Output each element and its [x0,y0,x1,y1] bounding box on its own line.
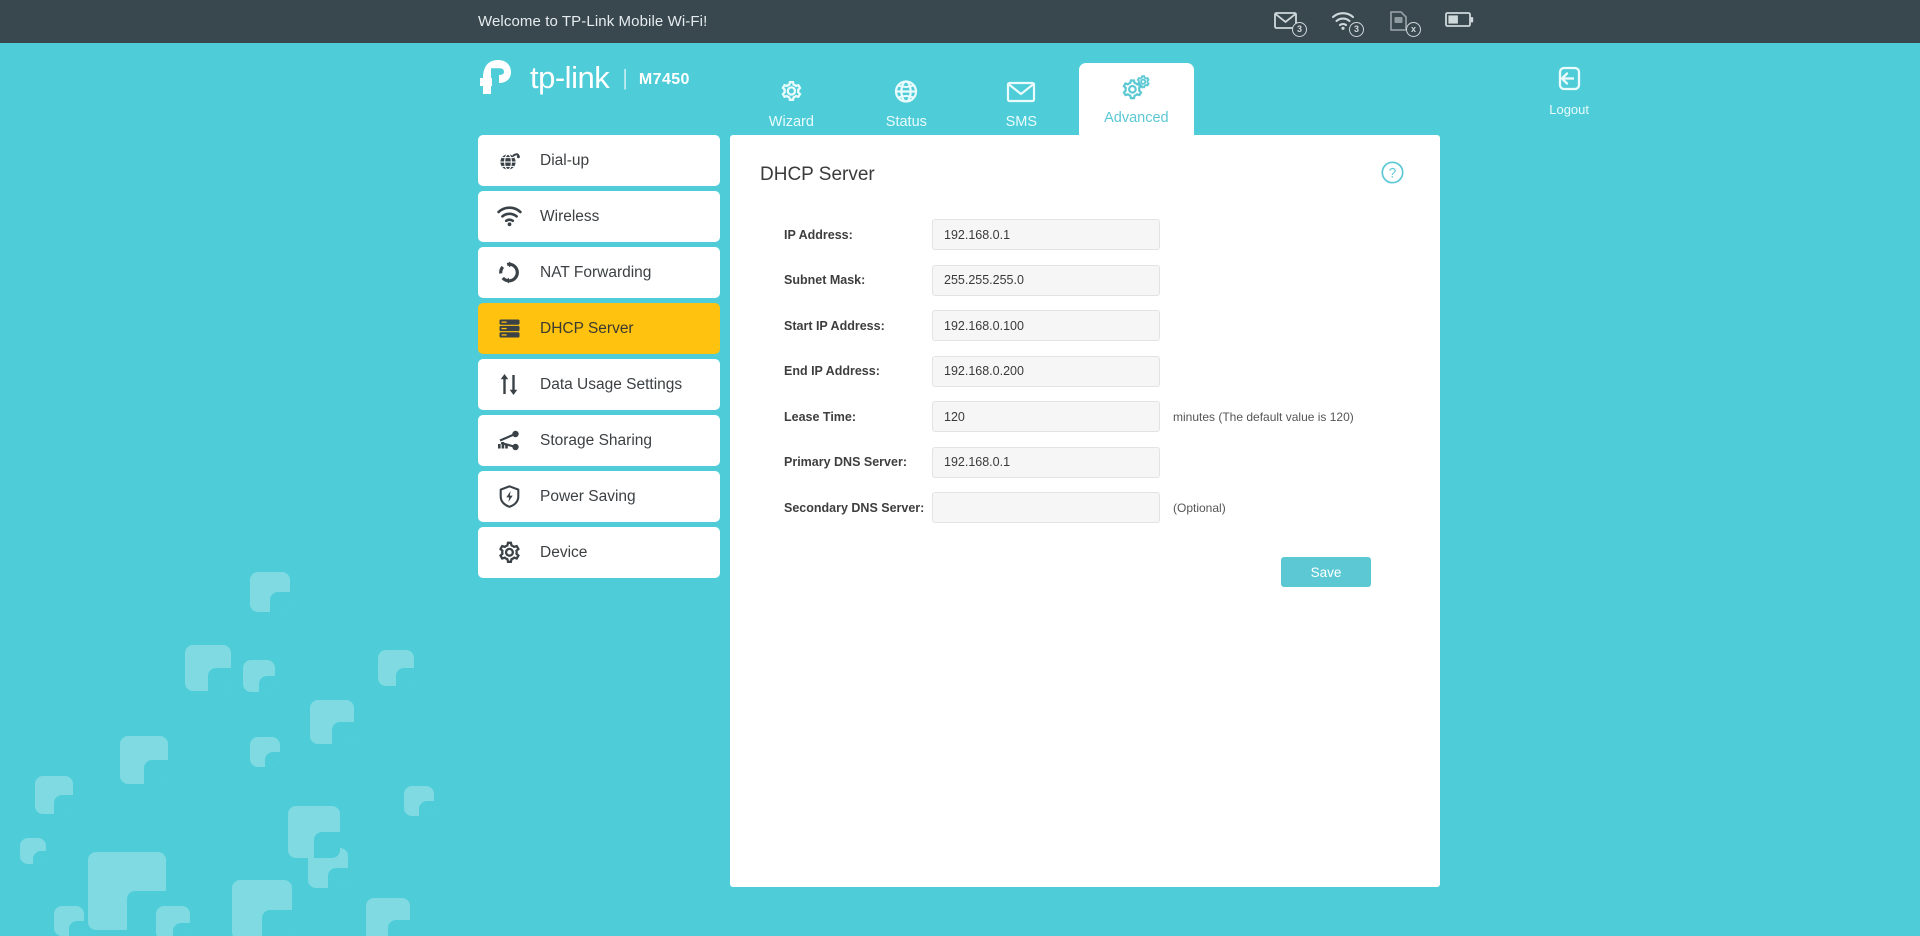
top-status-bar: Welcome to TP-Link Mobile Wi-Fi! 3 3 x [0,0,1920,43]
sidebar-item-power-saving[interactable]: Power Saving [478,471,720,522]
form-row-primary-dns-server: Primary DNS Server: [760,446,1404,478]
main-panel: DHCP Server ? IP Address: Subnet Mask: [730,135,1440,887]
sidebar-item-label: Storage Sharing [540,431,653,449]
field-label: Secondary DNS Server: [784,500,925,515]
field-label: Start IP Address: [784,318,885,333]
lease-time-input[interactable] [932,401,1160,432]
sidebar-item-wireless[interactable]: Wireless [478,191,720,242]
decoration-block [366,898,410,936]
sidebar-item-data-usage-settings[interactable]: Data Usage Settings [478,359,720,410]
globe-arrow-icon [478,149,540,172]
sidebar-item-label: Wireless [540,207,600,225]
tab-advanced-label: Advanced [1104,110,1169,126]
share-icon [478,430,540,452]
wifi-icon[interactable]: 3 [1331,10,1364,37]
content-area: Dial-up Wireless NAT Forwarding DHCP Ser… [0,135,1920,887]
form-row-ip-address: IP Address: [760,219,1404,250]
lease-time-hint: minutes (The default value is 120) [1173,409,1354,424]
form-row-secondary-dns-server: Secondary DNS Server: (Optional) [760,492,1404,523]
decoration-block [232,880,292,936]
tab-sms[interactable]: SMS [964,67,1079,135]
tab-status[interactable]: Status [849,67,964,135]
svg-text:?: ? [1389,165,1397,180]
help-icon[interactable]: ? [1381,161,1404,189]
globe-icon [892,77,920,107]
envelope-icon [1006,77,1036,107]
sidebar-item-label: Data Usage Settings [540,375,683,393]
decoration-block [54,906,84,936]
subnet-mask-input[interactable] [932,264,1160,296]
refresh-icon [478,261,540,284]
logout-label: Logout [1549,102,1589,117]
sidebar-item-device[interactable]: Device [478,527,720,578]
status-icon-group: 3 3 x [1274,10,1475,37]
secondary-dns-server-input[interactable] [932,492,1160,523]
sidebar-item-label: DHCP Server [540,319,634,337]
page-title: DHCP Server [760,164,875,185]
field-label: Primary DNS Server: [784,455,907,469]
sidebar-item-storage-sharing[interactable]: Storage Sharing [478,415,720,466]
sidebar-item-dhcp-server[interactable]: DHCP Server [478,303,720,354]
field-label: Subnet Mask: [784,273,866,287]
form-row-start-ip-address: Start IP Address: [760,310,1404,341]
form-row-end-ip-address: End IP Address: [760,355,1404,387]
gear-icon [478,541,540,564]
wifi-badge: 3 [1349,21,1364,37]
primary-dns-server-input[interactable] [932,446,1160,478]
tab-sms-label: SMS [1005,114,1038,130]
ip-address-input[interactable] [932,219,1160,250]
field-label: Lease Time: [784,409,857,424]
sidebar-item-label: Dial-up [540,151,590,169]
save-button[interactable]: Save [1281,557,1371,587]
brand-logo[interactable]: tp-link | M7450 [478,43,690,135]
sim-card-icon[interactable]: x [1388,10,1421,37]
sidebar-item-label: Device [540,543,588,561]
wifi-icon [478,206,540,227]
field-label: End IP Address: [784,364,880,378]
sidebar-item-label: Power Saving [540,487,636,505]
server-icon [478,318,540,339]
decoration-block [156,906,190,936]
dhcp-form: IP Address: Subnet Mask: Start IP Addres… [760,219,1404,523]
main-header: tp-link | M7450 Wizard Status SMS Advanc… [0,43,1920,135]
brand-name: tp-link [530,60,610,95]
sidebar-item-dial-up[interactable]: Dial-up [478,135,720,186]
logo-separator: | [622,65,628,90]
tab-status-label: Status [885,114,927,130]
form-row-lease-time: Lease Time: minutes (The default value i… [760,401,1404,432]
welcome-text: Welcome to TP-Link Mobile Wi-Fi! [478,13,708,30]
logout-button[interactable]: Logout [1549,66,1589,135]
tab-advanced[interactable]: Advanced [1078,63,1194,135]
tab-wizard-label: Wizard [768,114,814,130]
gear-icon [777,77,805,107]
double-gear-icon [1120,73,1152,103]
start-ip-address-input[interactable] [932,310,1160,341]
optional-hint: (Optional) [1173,500,1226,515]
panel-header: DHCP Server ? [760,161,1404,189]
save-row: Save [760,557,1404,587]
main-nav: Wizard Status SMS Advanced [734,43,1194,135]
sidebar-item-label: NAT Forwarding [540,263,652,281]
sms-badge: 3 [1292,21,1307,37]
sidebar-menu: Dial-up Wireless NAT Forwarding DHCP Ser… [478,135,720,583]
up-down-arrows-icon [478,373,540,396]
tp-link-logo-icon [480,60,511,94]
tab-wizard[interactable]: Wizard [734,67,849,135]
model-name: M7450 [638,70,690,88]
end-ip-address-input[interactable] [932,355,1160,387]
logout-icon [1555,66,1583,97]
sim-status-badge: x [1406,21,1421,37]
sidebar-item-nat-forwarding[interactable]: NAT Forwarding [478,247,720,298]
form-row-subnet-mask: Subnet Mask: [760,264,1404,296]
shield-bolt-icon [478,485,540,508]
battery-icon[interactable] [1445,10,1475,34]
field-label: IP Address: [784,227,853,242]
sms-icon[interactable]: 3 [1274,10,1307,37]
